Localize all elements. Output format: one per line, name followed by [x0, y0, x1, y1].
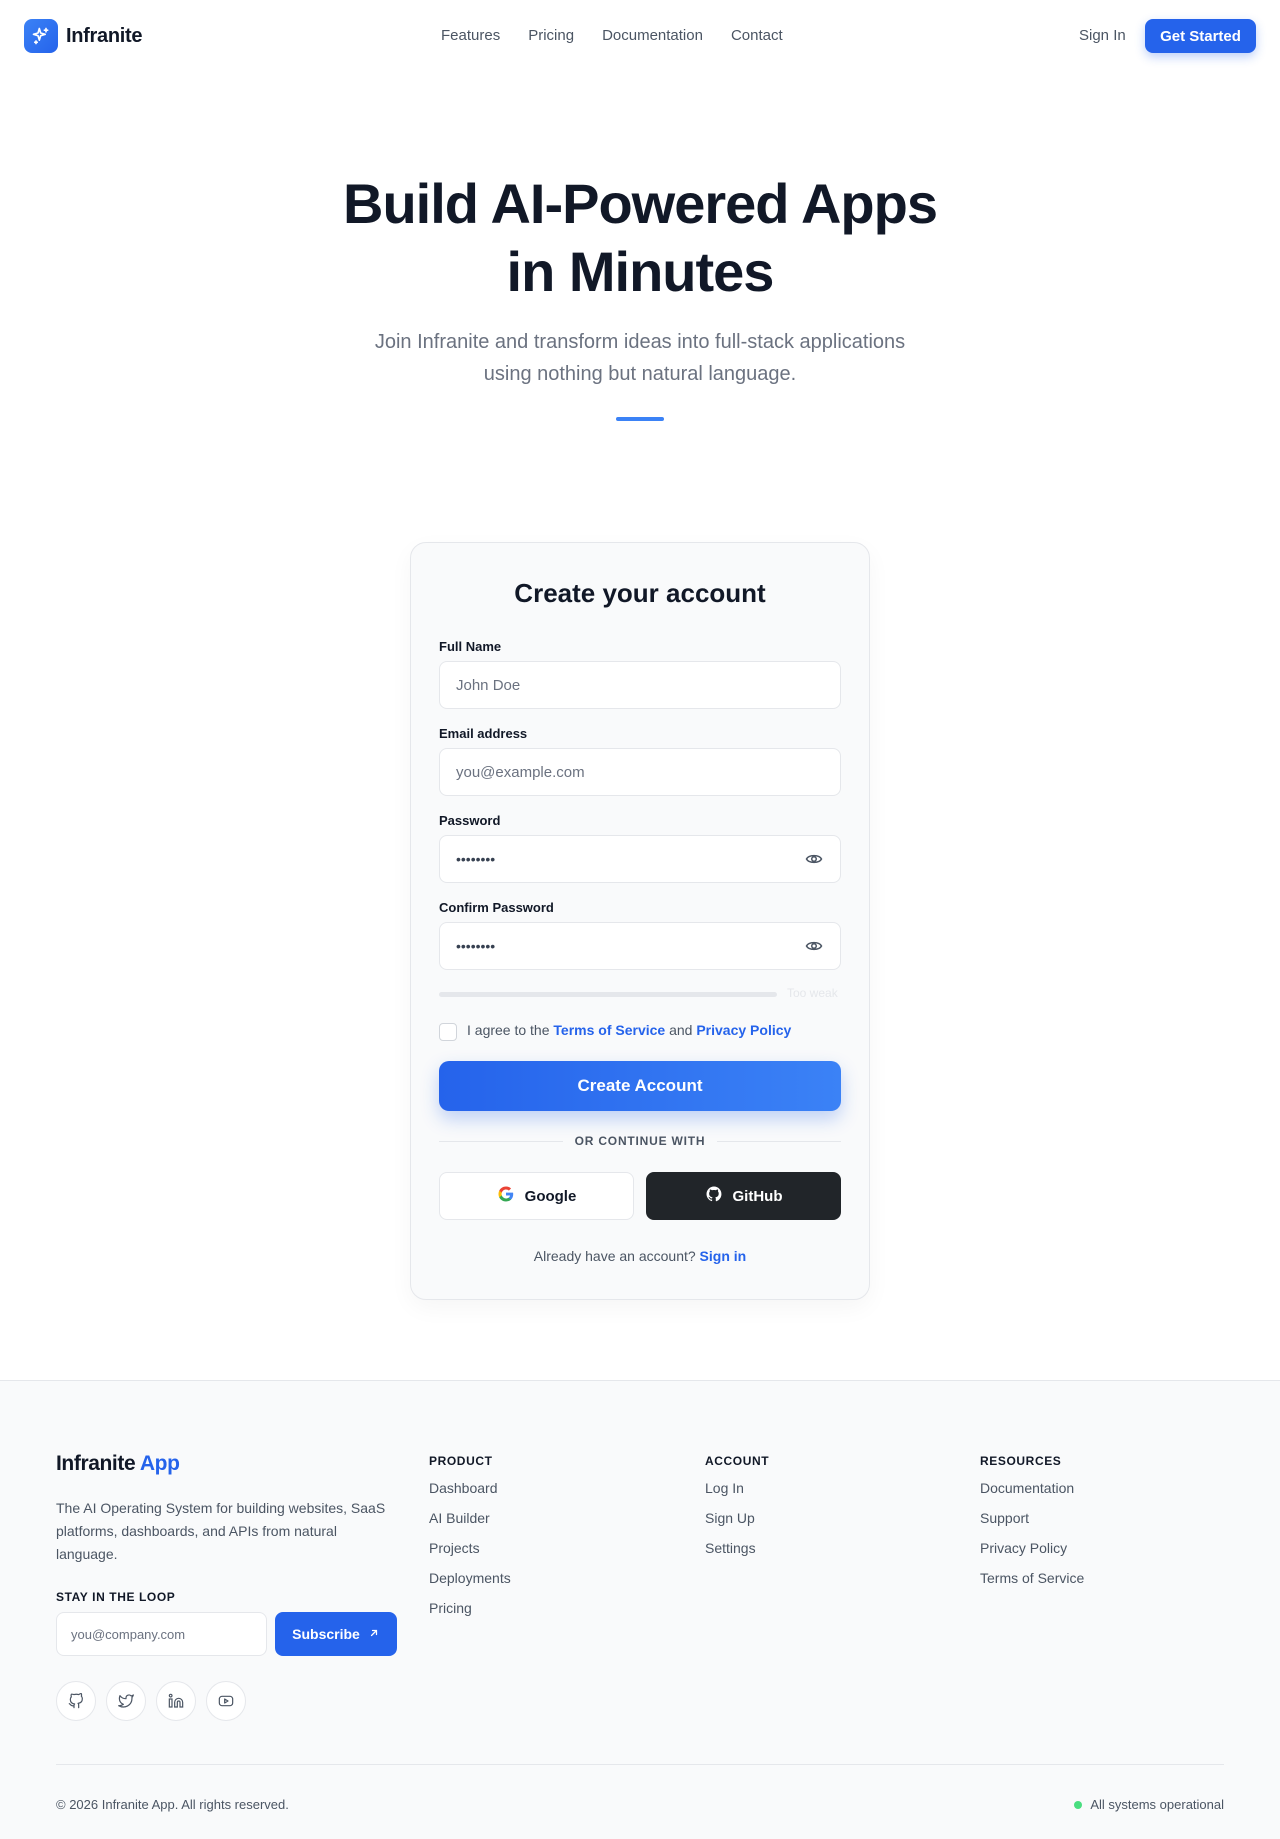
terms-and: and: [669, 1022, 693, 1038]
footer-column-product: PRODUCT Dashboard AI Builder Projects De…: [429, 1454, 511, 1630]
footer-link-documentation[interactable]: Documentation: [980, 1480, 1084, 1510]
subscribe-button[interactable]: Subscribe: [275, 1612, 397, 1656]
subscribe-label: Subscribe: [292, 1626, 360, 1642]
footer-link-privacy-policy[interactable]: Privacy Policy: [980, 1540, 1084, 1570]
github-icon: [705, 1185, 723, 1207]
divider-line: [439, 1140, 563, 1142]
eye-icon[interactable]: [804, 936, 824, 956]
footer-link-dashboard[interactable]: Dashboard: [429, 1480, 511, 1510]
or-divider: OR CONTINUE WITH: [439, 1134, 842, 1148]
terms-text: I agree to the Terms of Service and Priv…: [467, 1022, 791, 1038]
privacy-policy-link[interactable]: Privacy Policy: [696, 1022, 791, 1038]
terms-agreement: I agree to the Terms of Service and Priv…: [439, 1019, 791, 1041]
footer-column-heading: RESOURCES: [980, 1454, 1062, 1468]
copyright-text: © 2026 Infranite App. All rights reserve…: [56, 1797, 289, 1812]
hero-subtitle-line-1: Join Infranite and transform ideas into …: [374, 331, 906, 353]
nav-link-features[interactable]: Features: [441, 27, 500, 44]
email-field[interactable]: [439, 748, 841, 796]
footer-link-terms-of-service[interactable]: Terms of Service: [980, 1570, 1084, 1600]
social-links: [56, 1681, 246, 1721]
password-strength-label: Too weak: [787, 986, 838, 1000]
eye-icon[interactable]: [804, 849, 824, 869]
create-account-button[interactable]: Create Account: [439, 1061, 841, 1111]
newsletter-email-field[interactable]: [56, 1612, 267, 1656]
nav-link-documentation[interactable]: Documentation: [602, 27, 703, 44]
password-strength-bar: [439, 992, 777, 997]
email-input[interactable]: [456, 763, 824, 781]
google-icon: [497, 1185, 515, 1207]
sparkle-logo-icon: [24, 19, 58, 53]
confirm-password-label: Confirm Password: [439, 900, 554, 915]
footer-link-support[interactable]: Support: [980, 1510, 1084, 1540]
footer-column-heading: ACCOUNT: [705, 1454, 770, 1468]
footer-description: The AI Operating System for building web…: [56, 1500, 386, 1562]
get-started-button[interactable]: Get Started: [1145, 19, 1256, 53]
hero-subtitle-line-2: using nothing but natural language.: [483, 363, 797, 385]
footer-link-pricing[interactable]: Pricing: [429, 1600, 511, 1630]
signup-card: Create your account Full Name Email addr…: [410, 542, 870, 1300]
signup-title: Create your account: [514, 578, 766, 608]
status-dot-icon: [1074, 1800, 1083, 1809]
terms-checkbox[interactable]: [439, 1023, 457, 1041]
system-status-text: All systems operational: [1090, 1797, 1224, 1812]
linkedin-icon[interactable]: [156, 1681, 196, 1721]
footer-link-ai-builder[interactable]: AI Builder: [429, 1510, 511, 1540]
hero-title-line-2: in Minutes: [506, 240, 775, 303]
footer-link-log-in[interactable]: Log In: [705, 1480, 769, 1510]
system-status[interactable]: All systems operational: [1074, 1797, 1224, 1812]
footer-link-settings[interactable]: Settings: [705, 1540, 769, 1570]
nav-link-contact[interactable]: Contact: [731, 27, 783, 44]
already-text: Already have an account?: [533, 1248, 696, 1264]
full-name-label: Full Name: [439, 639, 502, 654]
top-navbar: Infranite Features Pricing Documentation…: [0, 0, 1280, 72]
github-signin-button[interactable]: GitHub: [646, 1172, 841, 1220]
terms-prefix: I agree to the: [467, 1022, 550, 1038]
password-label: Password: [439, 813, 501, 828]
footer-link-deployments[interactable]: Deployments: [429, 1570, 511, 1600]
github-label: GitHub: [732, 1187, 783, 1205]
arrow-up-right-icon: [368, 1626, 380, 1642]
newsletter-email-input[interactable]: [71, 1626, 252, 1642]
google-signin-button[interactable]: Google: [439, 1172, 634, 1220]
sign-in-prompt: Already have an account? Sign in: [411, 1248, 869, 1264]
youtube-icon[interactable]: [206, 1681, 246, 1721]
brand-name: Infranite: [66, 24, 143, 47]
github-icon[interactable]: [56, 1681, 96, 1721]
footer-column-account: ACCOUNT Log In Sign Up Settings: [705, 1454, 769, 1570]
footer: Infranite App The AI Operating System fo…: [0, 1380, 1280, 1839]
footer-column-resources: RESOURCES Documentation Support Privacy …: [980, 1454, 1084, 1600]
main-nav: Features Pricing Documentation Contact: [441, 27, 783, 44]
full-name-field[interactable]: [439, 661, 841, 709]
hero-title-line-1: Build AI-Powered Apps: [343, 172, 938, 235]
footer-brand[interactable]: Infranite App: [56, 1452, 180, 1476]
footer-brand-accent: App: [139, 1452, 180, 1475]
password-field[interactable]: ••••••••: [439, 835, 841, 883]
footer-brand-main: Infranite: [56, 1452, 136, 1475]
footer-link-projects[interactable]: Projects: [429, 1540, 511, 1570]
hero-accent-bar: [616, 417, 664, 421]
footer-link-sign-up[interactable]: Sign Up: [705, 1510, 769, 1540]
twitter-icon[interactable]: [106, 1681, 146, 1721]
hero-title: Build AI-Powered Apps in Minutes: [0, 170, 1280, 306]
divider-line: [717, 1140, 842, 1142]
divider-text: OR CONTINUE WITH: [574, 1134, 706, 1148]
hero-subtitle: Join Infranite and transform ideas into …: [360, 326, 920, 390]
sign-in-link[interactable]: Sign in: [700, 1248, 747, 1264]
google-label: Google: [524, 1187, 577, 1205]
email-label: Email address: [439, 726, 528, 741]
confirm-password-field[interactable]: ••••••••: [439, 922, 841, 970]
footer-column-heading: PRODUCT: [429, 1454, 493, 1468]
nav-link-pricing[interactable]: Pricing: [528, 27, 574, 44]
newsletter-heading: STAY IN THE LOOP: [56, 1590, 176, 1604]
full-name-input[interactable]: [456, 676, 824, 694]
password-value[interactable]: ••••••••: [456, 851, 804, 867]
brand[interactable]: Infranite: [24, 19, 143, 53]
terms-of-service-link[interactable]: Terms of Service: [553, 1022, 665, 1038]
footer-divider: [56, 1764, 1224, 1765]
sign-in-link[interactable]: Sign In: [1079, 27, 1126, 44]
confirm-password-value[interactable]: ••••••••: [456, 938, 804, 954]
